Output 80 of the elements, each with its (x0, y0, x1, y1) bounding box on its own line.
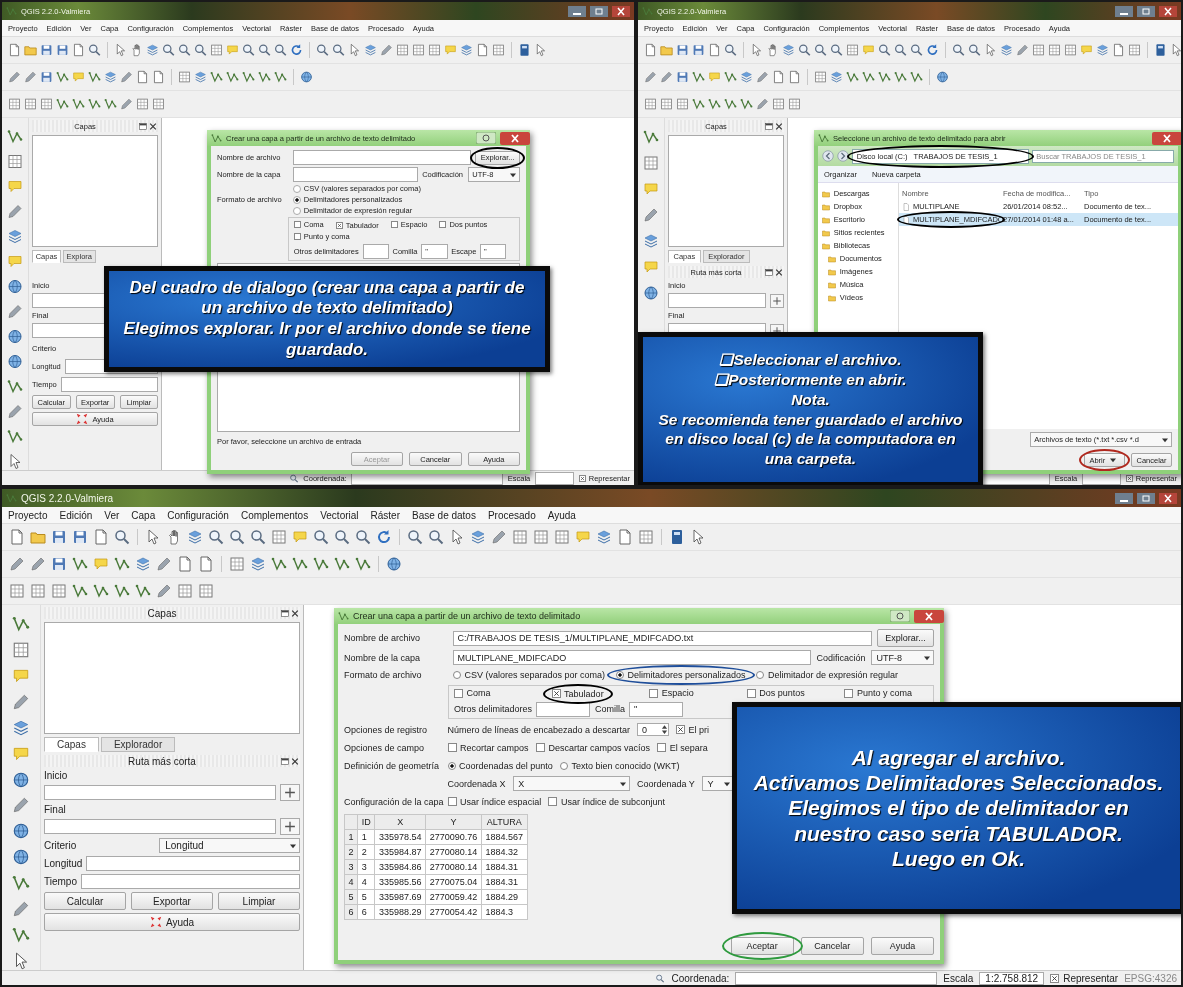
callout-text: Se recomienda tener guardado el archivo en disco local (c) de la computadora en una carpeta. (657, 409, 964, 469)
callout-text: Nota. (791, 389, 830, 410)
callout-text: Del cuadro de dialogo (crear una capa a partir de un archivo de texto delimitado) (128, 277, 526, 319)
field-label: Codificación (816, 652, 866, 663)
field-label: Otros delimitadores (453, 704, 532, 714)
table-cell: 6 (357, 904, 375, 920)
callout-text: Luego en Ok. (892, 845, 1025, 871)
row-header: 2 (344, 844, 358, 860)
row-header: 4 (344, 874, 358, 890)
table-cell: 1884.32 (481, 844, 528, 860)
column-header: ALTURA (481, 814, 528, 830)
checkbox-label: Descartar campos vacíos (548, 742, 650, 753)
checkbox-label: El separa (669, 742, 708, 753)
checkbox-label: Tabulador (564, 688, 604, 699)
radio-label: Coordenadas del punto (459, 760, 553, 771)
callout-text: Activamos Delimitadores Seleccionados. (753, 770, 1164, 796)
checkbox-label: El pri (688, 724, 710, 735)
callout-text: ❑Posteriormente en abrir. (714, 369, 907, 390)
status-label: Escala (943, 972, 974, 984)
table-cell: 2 (357, 844, 375, 860)
table-cell: 1884.31 (481, 859, 528, 875)
callout-text: ❑Seleccionar el archivo. (719, 350, 902, 370)
checkbox-label: Dos puntos (759, 688, 805, 699)
checkbox-label: Representar (1063, 972, 1119, 984)
callout-text: Elegimos el tipo de delimitador en nuestro caso seria TABULADOR. (787, 795, 1130, 846)
table-cell: 1 (357, 829, 375, 845)
field-label: Comilla (594, 704, 625, 714)
table-cell: 335984.87 (374, 844, 426, 860)
table-cell: 2770075.04 (425, 874, 482, 890)
table-cell: 2770080.14 (425, 859, 482, 875)
column-header: Y (425, 814, 482, 830)
table-cell: 335988.29 (374, 904, 426, 920)
option-label: Opciones de campo (344, 742, 426, 753)
field-label: Nombre de la capa (344, 652, 422, 663)
table-cell: 335984.86 (374, 859, 426, 875)
option-label: Coordenada X (447, 778, 506, 789)
checkbox-label: Usar índice de subconjunt (560, 796, 665, 807)
option-label: Opciones de registro (344, 724, 429, 735)
table-cell: 1884.29 (481, 889, 528, 905)
window-title: QGIS 2.2.0-Valmiera (21, 492, 114, 504)
status-label: Coordenada: (671, 972, 730, 984)
table-cell: 1884.31 (481, 874, 528, 890)
table-cell: 1884.567 (481, 829, 528, 845)
radio-label: Texto bien conocido (WKT) (571, 760, 680, 771)
field-label: Criterio (44, 840, 77, 851)
option-label: Configuración de la capa (344, 796, 445, 807)
radio-label: CSV (valores separados por coma) (464, 670, 606, 680)
table-cell: 1884.3 (481, 904, 528, 920)
callout-text: Al agregar el archivo. (851, 745, 1066, 771)
table-cell: 2770090.76 (425, 829, 482, 845)
table-cell: 335987.69 (374, 889, 426, 905)
table-cell: 335978.54 (374, 829, 426, 845)
table-cell: 2770059.42 (425, 889, 482, 905)
table-cell: 4 (357, 874, 375, 890)
table-cell: 3 (357, 859, 375, 875)
radio-label: Delimitadores personalizados (627, 670, 746, 680)
checkbox-label: Espacio (661, 688, 694, 699)
option-label: Número de líneas de encabezado a descartar (447, 724, 631, 735)
checkbox-label: Coma (466, 688, 491, 699)
dialog-title: Crear una capa a partir de un archivo de texto delimitado (353, 611, 581, 621)
field-label: Formato de archivo (344, 670, 423, 680)
table-cell: 2770080.14 (425, 844, 482, 860)
table-cell: 2770054.42 (425, 904, 482, 920)
column-header: X (374, 814, 426, 830)
field-label: Inicio (44, 770, 68, 781)
checkbox-label: Recortar campos (460, 742, 529, 753)
table-cell: 5 (357, 889, 375, 905)
radio-label: Delimitador de expresión regular (767, 670, 898, 680)
dock-title: Ruta más corta (127, 755, 197, 767)
field-label: Longitud (44, 858, 83, 869)
callout-text: Elegimos explorar. Ir por el archivo donde se tiene guardado. (122, 319, 532, 361)
field-label: Final (44, 804, 66, 815)
dock-title: Capas (146, 607, 178, 619)
checkbox-label: Usar índice espacial (460, 796, 542, 807)
field-label: Tiempo (44, 876, 77, 887)
option-label: Coordenada Y (636, 778, 695, 789)
checkbox-label: Punto y coma (856, 688, 912, 699)
field-label: Nombre de archivo (344, 633, 422, 643)
table-cell: 335985.56 (374, 874, 426, 890)
option-label: Definición de geometría (344, 760, 441, 771)
